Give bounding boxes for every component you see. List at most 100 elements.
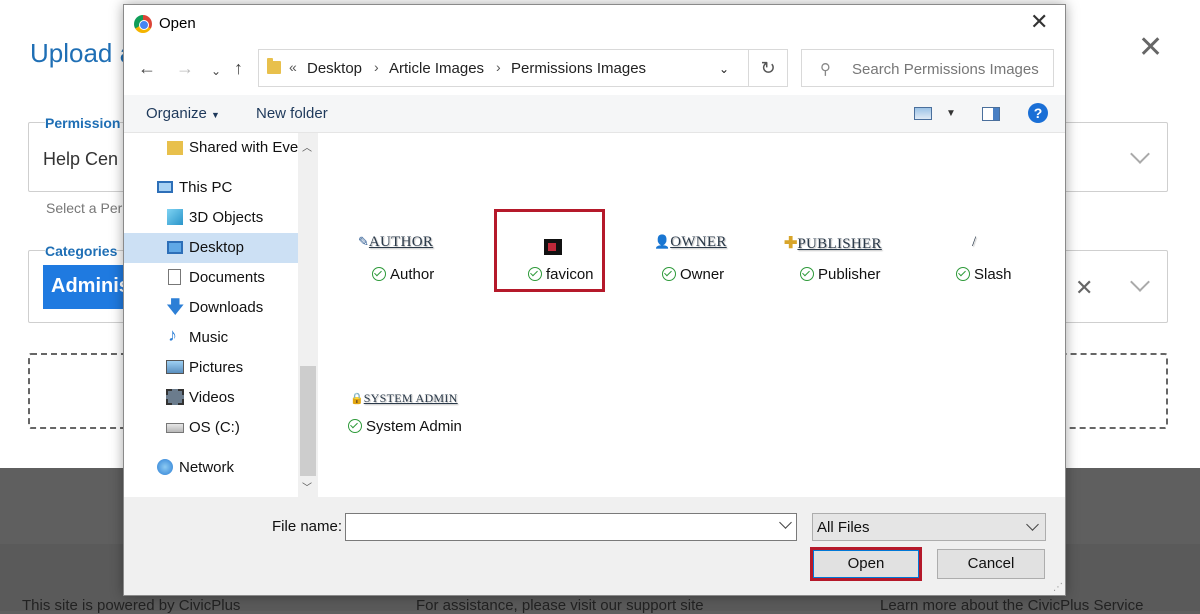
search-input[interactable]: ⚲ Search Permissions Images — [801, 49, 1054, 87]
nav-item-pictures[interactable]: Pictures — [124, 353, 298, 383]
drive-icon — [166, 423, 184, 433]
nav-scrollbar[interactable]: ︿ ﹀ — [298, 133, 318, 497]
thumbnail-text: SYSTEM ADMIN — [363, 391, 458, 405]
nav-label: Pictures — [189, 359, 244, 376]
document-icon — [168, 269, 181, 285]
close-icon[interactable]: ✕ — [1030, 10, 1048, 34]
permission-value: Help Cen — [43, 149, 119, 169]
new-folder-button[interactable]: New folder — [256, 105, 328, 122]
file-item-system-admin[interactable]: 🔒SYSTEM ADMIN System Admin — [346, 373, 486, 443]
file-name: Owner — [662, 266, 724, 283]
nav-item-shared[interactable]: Shared with Ever — [124, 133, 303, 163]
cube-icon — [167, 209, 183, 225]
nav-label: Desktop — [189, 239, 245, 256]
synced-check-icon — [662, 267, 676, 281]
nav-label: Videos — [189, 389, 235, 406]
preview-pane-icon[interactable] — [982, 107, 1000, 121]
file-item-slash[interactable]: / Slash — [948, 223, 1048, 293]
permission-hint: Select a Per — [46, 200, 123, 216]
computer-icon — [157, 181, 173, 193]
address-bar[interactable]: « Desktop › Article Images › Permissions… — [258, 49, 786, 87]
breadcrumb-separator-icon[interactable]: › — [374, 59, 379, 75]
file-name-text: Slash — [974, 266, 1012, 283]
command-bar: Organize ▼ New folder ▼ ? — [124, 95, 1065, 133]
up-arrow-icon[interactable]: ↑ — [234, 59, 243, 77]
change-view-icon[interactable] — [914, 107, 932, 120]
organize-label: Organize — [146, 105, 207, 122]
desktop-icon — [167, 241, 183, 254]
file-name-text: Publisher — [818, 266, 881, 283]
recent-locations-chevron-icon[interactable]: ⌄ — [211, 62, 221, 80]
overflow-chevron[interactable]: « — [289, 59, 297, 75]
dialog-titlebar: Open ✕ — [124, 5, 1065, 41]
scroll-up-icon[interactable]: ︿ — [302, 139, 312, 154]
folder-icon — [167, 141, 183, 155]
breadcrumb-separator-icon[interactable]: › — [496, 59, 501, 75]
network-icon — [157, 459, 173, 475]
chrome-icon — [134, 15, 152, 33]
refresh-icon[interactable]: ↻ — [748, 49, 788, 87]
nav-label: OS (C:) — [189, 419, 240, 436]
synced-check-icon — [956, 267, 970, 281]
file-thumbnail: ✚PUBLISHER — [784, 233, 882, 253]
scroll-down-icon[interactable]: ﹀ — [302, 479, 312, 494]
nav-item-desktop[interactable]: Desktop — [124, 233, 298, 263]
user-icon: 👤 — [654, 234, 671, 249]
nav-item-network[interactable]: Network — [124, 453, 298, 483]
clear-icon[interactable]: ✕ — [1075, 275, 1093, 301]
nav-label: Shared with Ever — [189, 139, 304, 156]
footer-learn-more[interactable]: Learn more about the CivicPlus Service — [880, 597, 1143, 614]
file-name: System Admin — [348, 418, 462, 435]
help-icon[interactable]: ? — [1028, 103, 1048, 123]
nav-item-os-c[interactable]: OS (C:) — [124, 413, 298, 443]
pictures-icon — [166, 360, 184, 374]
category-chip[interactable]: Administ — [43, 265, 129, 309]
back-arrow-icon[interactable]: ← — [138, 59, 156, 77]
scroll-thumb[interactable] — [300, 366, 316, 476]
cancel-button[interactable]: Cancel — [937, 549, 1045, 579]
organize-button[interactable]: Organize ▼ — [146, 105, 220, 122]
breadcrumb-article-images[interactable]: Article Images — [389, 60, 484, 77]
download-icon: 🡇 — [166, 297, 185, 317]
footer-support-link[interactable]: For assistance, please visit our support… — [416, 597, 704, 614]
file-name-label: File name: — [272, 518, 343, 535]
breadcrumb-desktop[interactable]: Desktop — [307, 60, 362, 77]
film-icon — [166, 389, 184, 405]
modal-close-icon[interactable]: ✕ — [1138, 33, 1163, 63]
breadcrumb-permissions-images[interactable]: Permissions Images — [511, 60, 646, 77]
nav-item-music[interactable]: ♪ Music — [124, 323, 298, 353]
nav-item-this-pc[interactable]: This PC — [124, 173, 298, 203]
nav-label: Music — [189, 329, 229, 346]
file-item-owner[interactable]: 👤OWNER Owner — [646, 223, 756, 293]
open-file-dialog: Open ✕ ← → ⌄ ↑ « Desktop › Article Image… — [123, 4, 1066, 596]
categories-label: Categories — [45, 243, 118, 259]
highlight-favicon — [494, 209, 605, 292]
music-icon: ♪ — [168, 325, 177, 345]
thumbnail-text: OWNER — [670, 234, 727, 250]
file-item-author[interactable]: ✎AUTHOR Author — [350, 223, 480, 293]
synced-check-icon — [348, 419, 362, 433]
nav-label: Documents — [189, 269, 265, 286]
nav-item-videos[interactable]: Videos — [124, 383, 298, 413]
file-thumbnail: ✎AUTHOR — [358, 233, 433, 251]
view-options-caret-icon[interactable]: ▼ — [946, 108, 956, 119]
nav-item-documents[interactable]: Documents — [124, 263, 298, 293]
nav-label: Downloads — [189, 299, 264, 316]
highlight-open-button — [810, 547, 922, 581]
chevron-down-icon[interactable] — [779, 516, 792, 529]
lock-icon: 🔒 — [350, 393, 364, 405]
navigation-pane: Shared with Ever This PC 3D Objects Desk… — [124, 133, 320, 497]
thumbnail-text: PUBLISHER — [797, 236, 882, 252]
file-thumbnail: 🔒SYSTEM ADMIN — [350, 389, 458, 407]
file-thumbnail: 👤OWNER — [654, 233, 727, 251]
file-type-select[interactable]: All Files — [812, 513, 1046, 541]
nav-item-3d-objects[interactable]: 3D Objects — [124, 203, 298, 233]
resize-grip-icon[interactable]: ⋰ — [1053, 582, 1063, 593]
file-name-input[interactable] — [345, 513, 797, 541]
chevron-down-icon — [1130, 144, 1150, 164]
forward-arrow-icon[interactable]: → — [176, 59, 194, 77]
nav-item-downloads[interactable]: 🡇 Downloads — [124, 293, 298, 323]
file-item-publisher[interactable]: ✚PUBLISHER Publisher — [780, 223, 910, 293]
address-dropdown-chevron-icon[interactable]: ⌄ — [719, 62, 729, 76]
file-thumbnail: / — [972, 233, 976, 251]
